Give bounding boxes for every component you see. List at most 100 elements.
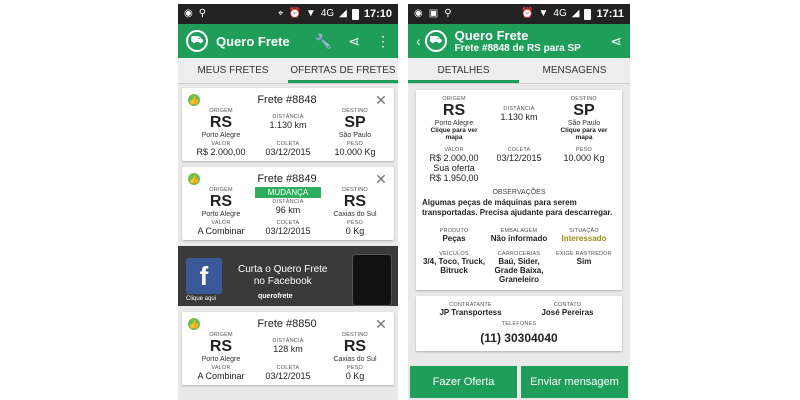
status-time: 17:11 [596,8,624,20]
card-title: Frete #8848 [257,94,317,106]
tab-mensagens[interactable]: MENSAGENS [519,58,630,83]
network-label: 4G [553,8,567,19]
destination-city: Caxias do Sul [333,211,377,218]
banner-click-label: Clique aqui [186,296,217,302]
origin-map-link[interactable]: Clique para ver mapa [422,127,486,141]
card-title: Frete #8849 [257,173,317,185]
bodies-value: Baú, Sider, Grade Baixa, Graneleiro [494,257,544,284]
vehicles-value: 3/4, Toco, Truck, Bitruck [422,257,486,275]
network-label: 4G [320,8,335,19]
thumbs-up-icon: 👍 [188,318,200,330]
freight-card[interactable]: 👍 Frete #8850 ✕ ORIGEM RS Porto Alegre D… [182,312,394,385]
observations-label: OBSERVAÇÕES [492,189,546,196]
observations-text: Algumas peças de máquinas para serem tra… [422,198,613,217]
tracker-value: Sim [576,257,592,266]
pickup-value: 03/12/2015 [265,147,311,157]
tab-bar: MEUS FRETES OFERTAS DE FRETES [178,58,398,84]
origin-city: Porto Alegre [201,132,241,139]
back-arrow-icon[interactable]: ‹ [416,33,421,49]
battery-icon [584,8,592,20]
distance-value: 96 km [275,205,301,215]
app-logo-icon: ⛟ [424,30,447,52]
app-notification-icon: ◉ [184,8,193,19]
app-subtitle: Frete #8848 de RS para SP [454,43,581,54]
alarm-icon: ⏰ [288,8,301,19]
left-screen: ◉ ⚲ ⌖ ⏰ ▼ 4G ◢ 17:10 ⛟ Quero Frete 🔧 ⋖ ⋮… [178,4,398,400]
tab-meus-fretes[interactable]: MEUS FRETES [178,58,288,83]
wrench-icon[interactable]: 🔧 [315,33,332,50]
weight-value: 0 Kg [345,226,365,236]
freight-list: 👍 Frete #8848 ✕ ORIGEM RS Porto Alegre D… [178,84,398,395]
wifi-icon: ▼ [305,8,316,19]
banner-brand: querofrete [258,293,293,300]
origin-code: RS [209,338,233,355]
weight-value: 0 Kg [345,371,365,381]
contact-card: CONTRATANTE JP Transportess CONTATO José… [416,296,622,351]
distance-value: 1.130 km [500,112,538,122]
status-bar: ◉ ▣ ⚲ ⏰ ▼ 4G ◢ 17:11 [408,4,630,24]
value-value: A Combinar [197,371,245,381]
app-bar: ‹ ⛟ Quero Frete Frete #8848 de RS para S… [408,24,630,58]
freight-card[interactable]: 👍 Frete #8849 ✕ ORIGEM RS Porto Alegre M… [182,167,394,240]
origin-code: RS [442,102,466,119]
destination-code: SP [573,102,595,119]
close-icon[interactable]: ✕ [374,92,388,109]
make-offer-button[interactable]: Fazer Oferta [410,366,517,398]
product-value: Peças [442,234,466,243]
phone-number[interactable]: (11) 30304040 [422,331,616,345]
pickup-value: 03/12/2015 [265,226,311,236]
facebook-banner[interactable]: f Clique aqui Curta o Quero Frete no Fac… [178,246,398,306]
right-screen: ◉ ▣ ⚲ ⏰ ▼ 4G ◢ 17:11 ‹ ⛟ Quero Frete Fre… [408,4,630,400]
banner-line-2: no Facebook [253,276,312,287]
send-message-button[interactable]: Enviar mensagem [521,366,628,398]
value-value: A Combinar [197,226,245,236]
destination-map-link[interactable]: Clique para ver mapa [552,127,616,141]
destination-code: SP [344,114,366,131]
signal-icon: ◢ [339,8,347,19]
battery-icon [351,8,359,20]
thumbs-up-icon: 👍 [188,94,200,106]
weight-value: 10.000 Kg [563,153,605,163]
value-value: R$ 2.000,00 [196,147,246,157]
weight-value: 10.000 Kg [334,147,376,157]
category-badge: MUDANÇA [255,187,321,198]
pin-icon: ⚲ [198,8,207,19]
close-icon[interactable]: ✕ [374,316,388,333]
origin-city: Porto Alegre [201,211,241,218]
origin-city: Porto Alegre [201,356,241,363]
overflow-menu-icon[interactable]: ⋮ [376,33,390,50]
action-bar: Fazer Oferta Enviar mensagem [408,366,630,400]
freight-card[interactable]: 👍 Frete #8848 ✕ ORIGEM RS Porto Alegre D… [182,88,394,161]
facebook-logo-icon: f [186,258,222,294]
signal-icon: ◢ [571,8,580,19]
close-icon[interactable]: ✕ [374,171,388,188]
destination-code: RS [343,193,367,210]
contact-value: José Pereiras [541,308,594,317]
phones-label: TELEFONES [501,321,537,327]
destination-city: Caxias do Sul [333,356,377,363]
image-icon: ▣ [428,8,439,19]
pickup-value: 03/12/2015 [265,371,311,381]
freight-detail-card: ORIGEM RS Porto Alegre Clique para ver m… [416,90,622,290]
app-bar: ⛟ Quero Frete 🔧 ⋖ ⋮ [178,24,398,58]
offer-value: R$ 1.950,00 [429,173,479,183]
tab-ofertas-de-fretes[interactable]: OFERTAS DE FRETES [288,58,398,83]
location-icon: ⌖ [277,8,284,19]
origin-code: RS [209,114,233,131]
tab-bar: DETALHES MENSAGENS [408,58,630,84]
status-bar: ◉ ⚲ ⌖ ⏰ ▼ 4G ◢ 17:10 [178,4,398,24]
destination-code: RS [343,338,367,355]
share-icon[interactable]: ⋖ [348,33,360,50]
destination-city: São Paulo [338,132,372,139]
distance-value: 1.130 km [269,120,307,130]
app-title: Quero Frete [454,28,529,43]
status-time: 17:10 [363,8,392,20]
card-title: Frete #8850 [257,318,317,330]
tab-detalhes[interactable]: DETALHES [408,58,519,83]
contractor-value: JP Transportess [439,308,502,317]
destination-city: São Paulo [567,120,601,127]
status-value: Interessado [561,234,607,243]
origin-code: RS [209,193,233,210]
share-icon[interactable]: ⋖ [610,33,622,50]
origin-city: Porto Alegre [434,120,474,127]
